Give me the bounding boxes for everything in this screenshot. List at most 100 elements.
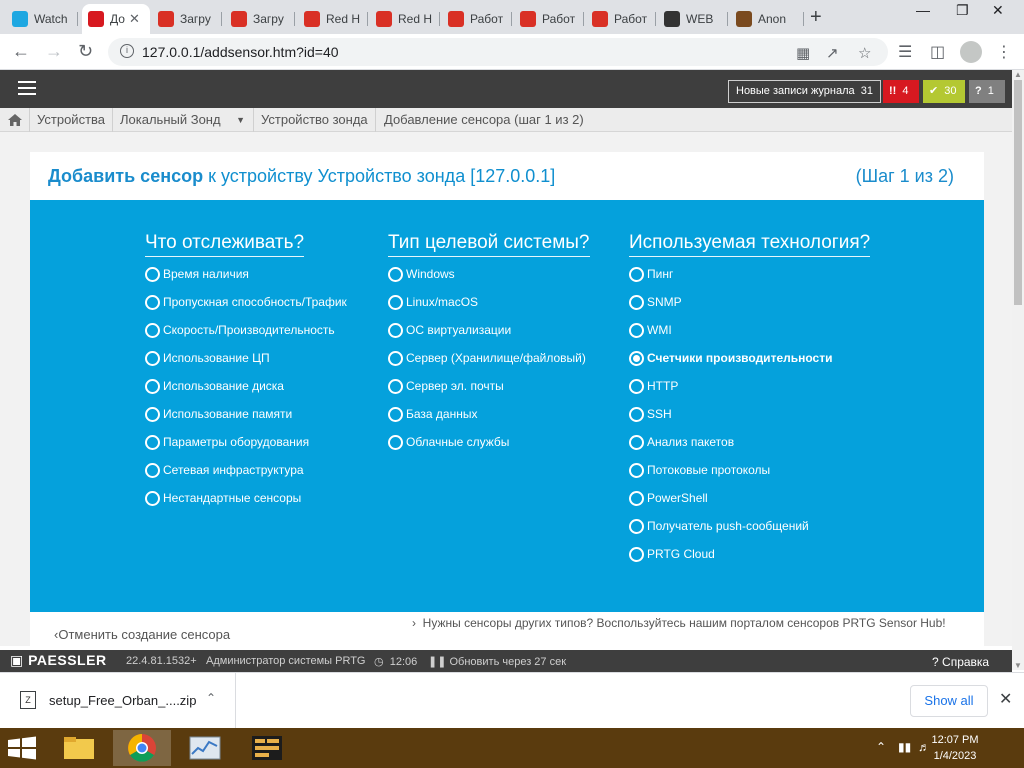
radio-option-label[interactable]: Анализ пакетов — [647, 435, 734, 449]
radio-option-label[interactable]: Потоковые протоколы — [647, 463, 770, 477]
radio-option[interactable]: ОС виртуализации — [388, 321, 511, 339]
bookmark-star-icon[interactable]: ☆ — [858, 44, 871, 62]
browser-tab[interactable]: Работ — [514, 4, 584, 34]
scrollbar-thumb[interactable] — [1014, 80, 1022, 305]
radio-unchecked-icon[interactable] — [145, 406, 160, 422]
radio-option[interactable]: Пинг — [629, 265, 673, 283]
network-tray-icon[interactable]: ▮▮ — [898, 740, 911, 754]
radio-option-label[interactable]: PRTG Cloud — [647, 547, 715, 561]
radio-unchecked-icon[interactable] — [629, 406, 644, 422]
scroll-up-icon[interactable]: ▲ — [1014, 70, 1022, 79]
radio-option-label[interactable]: Сетевая инфраструктура — [163, 463, 304, 477]
radio-unchecked-icon[interactable] — [388, 322, 403, 338]
radio-option-label[interactable]: Время наличия — [163, 267, 249, 281]
close-tab-icon[interactable]: ✕ — [129, 11, 140, 27]
browser-tab[interactable]: До ✕ — [82, 4, 150, 34]
site-info-icon[interactable]: i — [120, 44, 134, 58]
breadcrumb-home[interactable] — [0, 108, 30, 132]
radio-option-label[interactable]: Использование ЦП — [163, 351, 270, 365]
url-text[interactable]: 127.0.0.1/addsensor.htm?id=40 — [142, 44, 339, 60]
radio-unchecked-icon[interactable] — [629, 434, 644, 450]
show-all-button[interactable]: Show all — [910, 685, 988, 717]
download-menu-icon[interactable]: ⌃ — [206, 691, 216, 705]
radio-option[interactable]: HTTP — [629, 377, 678, 395]
radio-unchecked-icon[interactable] — [629, 462, 644, 478]
radio-checked-icon[interactable] — [629, 350, 644, 366]
radio-option[interactable]: Использование ЦП — [145, 349, 270, 367]
main-menu-icon[interactable] — [18, 81, 36, 95]
scroll-down-icon[interactable]: ▼ — [1014, 661, 1022, 670]
radio-option[interactable]: Использование памяти — [145, 405, 292, 423]
breadcrumb-devices[interactable]: Устройства — [30, 108, 114, 132]
close-download-bar-icon[interactable]: ✕ — [999, 689, 1012, 709]
sensor-hub-link-text[interactable]: Нужны сенсоры других типов? Воспользуйте… — [423, 616, 946, 630]
radio-option-label[interactable]: SNMP — [647, 295, 682, 309]
help-button[interactable]: ? Справка — [932, 655, 989, 669]
radio-option-label[interactable]: Параметры оборудования — [163, 435, 309, 449]
new-tab-button[interactable]: + — [810, 6, 822, 29]
radio-unchecked-icon[interactable] — [145, 434, 160, 450]
radio-unchecked-icon[interactable] — [145, 490, 160, 506]
radio-option[interactable]: SNMP — [629, 293, 682, 311]
browser-tab[interactable]: Red H — [370, 4, 440, 34]
radio-unchecked-icon[interactable] — [145, 378, 160, 394]
forward-arrow-icon[interactable]: → — [45, 41, 63, 62]
radio-option[interactable]: Сервер (Хранилище/файловый) — [388, 349, 586, 367]
radio-option[interactable]: Потоковые протоколы — [629, 461, 770, 479]
caret-down-icon[interactable]: ▼ — [236, 108, 245, 132]
unknown-count-badge[interactable]: ? 1 — [969, 80, 1005, 103]
refresh-status[interactable]: ❚❚ Обновить через 27 сек — [428, 655, 566, 668]
radio-option-label[interactable]: Windows — [406, 267, 455, 281]
ok-count-badge[interactable]: ✔ 30 — [923, 80, 965, 103]
page-scrollbar[interactable]: ▲ ▼ — [1012, 70, 1024, 670]
back-arrow-icon[interactable]: ← — [12, 41, 30, 62]
download-item[interactable]: Z setup_Free_Orban_....zip ⌃ — [0, 673, 236, 729]
radio-unchecked-icon[interactable] — [388, 378, 403, 394]
browser-tab[interactable]: Работ — [442, 4, 512, 34]
radio-option-label[interactable]: Использование памяти — [163, 407, 292, 421]
tray-expand-icon[interactable]: ⌃ — [876, 740, 886, 754]
minimize-icon[interactable]: — — [916, 2, 930, 18]
radio-unchecked-icon[interactable] — [629, 546, 644, 562]
network-monitor-app[interactable] — [176, 730, 234, 766]
browser-tab[interactable]: WEB — [658, 4, 728, 34]
radio-option[interactable]: Нестандартные сенсоры — [145, 489, 301, 507]
browser-tab[interactable]: Red H — [298, 4, 368, 34]
browser-menu-icon[interactable]: ⋮ — [996, 42, 1012, 62]
radio-unchecked-icon[interactable] — [145, 462, 160, 478]
radio-unchecked-icon[interactable] — [629, 294, 644, 310]
radio-unchecked-icon[interactable] — [629, 322, 644, 338]
radio-option-label[interactable]: Получатель push-сообщений — [647, 519, 809, 533]
radio-option-label[interactable]: Сервер (Хранилище/файловый) — [406, 351, 586, 365]
taskbar-clock[interactable]: 12:07 PM 1/4/2023 — [930, 732, 980, 764]
cancel-link-text[interactable]: Отменить создание сенсора — [58, 627, 230, 642]
radio-option-label[interactable]: Нестандартные сенсоры — [163, 491, 301, 505]
breadcrumb-local-probe[interactable]: Локальный Зонд ▼ — [113, 108, 254, 132]
radio-unchecked-icon[interactable] — [388, 350, 403, 366]
radio-option[interactable]: Сервер эл. почты — [388, 377, 504, 395]
radio-option-label[interactable]: Сервер эл. почты — [406, 379, 504, 393]
radio-option-label[interactable]: Пропускная способность/Трафик — [163, 295, 347, 309]
radio-option[interactable]: PowerShell — [629, 489, 708, 507]
radio-option-label[interactable]: Скорость/Производительность — [163, 323, 335, 337]
chrome-app[interactable] — [113, 730, 171, 766]
dark-app[interactable] — [238, 730, 296, 766]
side-panel-icon[interactable]: ◫ — [930, 42, 945, 62]
radio-option[interactable]: Использование диска — [145, 377, 284, 395]
radio-unchecked-icon[interactable] — [629, 266, 644, 282]
radio-option-label[interactable]: База данных — [406, 407, 477, 421]
windows-start-icon[interactable] — [6, 736, 38, 760]
breadcrumb-probe-device[interactable]: Устройство зонда — [254, 108, 376, 132]
radio-unchecked-icon[interactable] — [388, 294, 403, 310]
radio-option-label[interactable]: Пинг — [647, 267, 673, 281]
radio-option[interactable]: Облачные службы — [388, 433, 509, 451]
radio-option-label[interactable]: Использование диска — [163, 379, 284, 393]
radio-unchecked-icon[interactable] — [145, 266, 160, 282]
radio-option[interactable]: Сетевая инфраструктура — [145, 461, 304, 479]
browser-tab[interactable]: Работ — [586, 4, 656, 34]
browser-tab[interactable]: Anon — [730, 4, 804, 34]
radio-option[interactable]: Скорость/Производительность — [145, 321, 335, 339]
radio-option[interactable]: Время наличия — [145, 265, 249, 283]
radio-option[interactable]: Пропускная способность/Трафик — [145, 293, 347, 311]
radio-unchecked-icon[interactable] — [145, 322, 160, 338]
